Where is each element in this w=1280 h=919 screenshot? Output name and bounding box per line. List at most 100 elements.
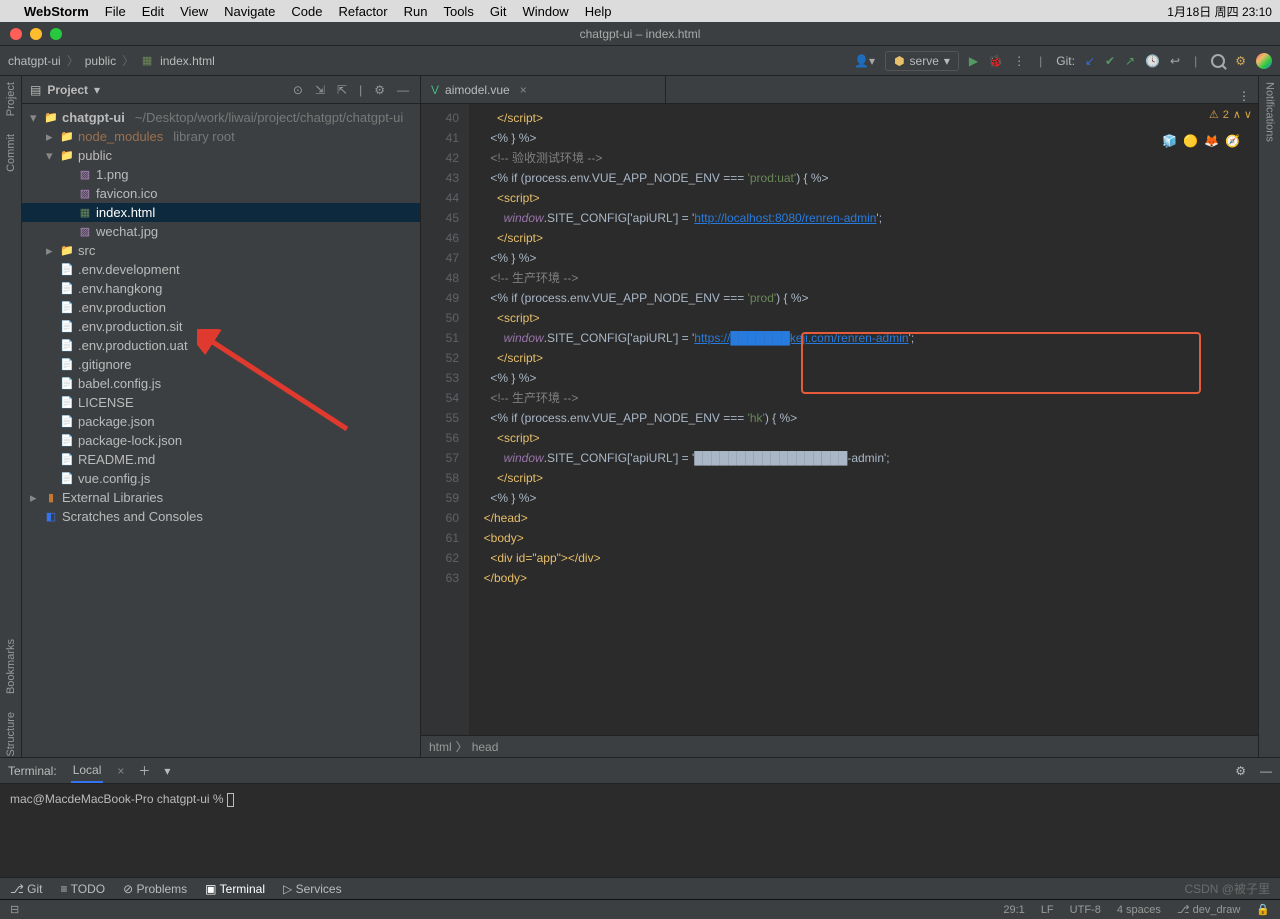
tree-file[interactable]: 📄README.md <box>22 450 420 469</box>
tool-todo[interactable]: ≡ TODO <box>61 882 106 896</box>
tool-project[interactable]: Project <box>5 82 17 116</box>
tree-node-modules[interactable]: ▸📁node_moduleslibrary root <box>22 127 420 146</box>
crumb-file[interactable]: index.html <box>160 54 215 68</box>
tree-file[interactable]: 📄package-lock.json <box>22 431 420 450</box>
code-area[interactable]: </script> <% } %> <!-- 验收测试环境 --> <% if … <box>469 104 1258 735</box>
tool-services[interactable]: ▷ Services <box>283 882 342 896</box>
tree-file[interactable]: 📄.env.production <box>22 298 420 317</box>
status-lineend[interactable]: LF <box>1041 904 1054 916</box>
run-button[interactable]: ▶ <box>969 54 978 68</box>
project-tree[interactable]: ▾📁chatgpt-ui~/Desktop/work/liwai/project… <box>22 104 420 757</box>
crumb-folder[interactable]: public <box>85 54 116 68</box>
browser-builtin-icon[interactable]: 🧊 <box>1162 134 1177 148</box>
browser-firefox-icon[interactable]: 🦊 <box>1204 134 1219 148</box>
tab-dropdown-icon[interactable]: ▾ <box>164 764 170 778</box>
menu-edit[interactable]: Edit <box>142 4 164 19</box>
status-branch[interactable]: ⎇ dev_draw <box>1177 903 1240 916</box>
status-indent[interactable]: 4 spaces <box>1117 904 1161 916</box>
app-name[interactable]: WebStorm <box>24 4 89 19</box>
tree-file[interactable]: ▨wechat.jpg <box>22 222 420 241</box>
editor-tab[interactable]: Vaimodel.vue× <box>421 77 666 103</box>
menubar-right: 1月18日 周四 23:10 <box>1167 3 1272 20</box>
terminal-tab[interactable]: Local <box>71 759 104 783</box>
tree-file[interactable]: 📄vue.config.js <box>22 469 420 488</box>
git-push-icon[interactable]: ↗ <box>1125 54 1135 68</box>
browser-chrome-icon[interactable]: 🟡 <box>1183 134 1198 148</box>
status-caret[interactable]: 29:1 <box>1003 904 1024 916</box>
minimize-window-icon[interactable] <box>30 28 42 40</box>
select-opened-icon[interactable]: ⊙ <box>290 83 306 97</box>
menu-git[interactable]: Git <box>490 4 507 19</box>
tool-git[interactable]: ⎇ Git <box>10 882 43 896</box>
maximize-window-icon[interactable] <box>50 28 62 40</box>
chevron-down-icon[interactable]: ▾ <box>94 83 100 97</box>
tool-commit[interactable]: Commit <box>5 134 17 172</box>
tree-src[interactable]: ▸📁src <box>22 241 420 260</box>
menu-file[interactable]: File <box>105 4 126 19</box>
tree-file-selected[interactable]: ▦index.html <box>22 203 420 222</box>
tabs-menu-icon[interactable]: ⋮ <box>1230 89 1258 103</box>
git-update-icon[interactable]: ↙ <box>1085 54 1095 68</box>
collapse-all-icon[interactable]: ⇱ <box>334 83 350 97</box>
tree-file[interactable]: 📄LICENSE <box>22 393 420 412</box>
menu-window[interactable]: Window <box>522 4 568 19</box>
menu-code[interactable]: Code <box>291 4 322 19</box>
status-quickdoc-icon[interactable]: ⊟ <box>10 903 19 916</box>
avatar-icon[interactable] <box>1256 53 1272 69</box>
inspections-badge[interactable]: ⚠ 2 ∧ ∨ <box>1209 108 1252 121</box>
tree-file[interactable]: 📄package.json <box>22 412 420 431</box>
tree-file[interactable]: 📄.env.development <box>22 260 420 279</box>
terminal-body[interactable]: mac@MacdeMacBook-Pro chatgpt-ui % <box>0 784 1280 877</box>
tree-file[interactable]: 📄.env.production.uat <box>22 336 420 355</box>
tool-structure[interactable]: Structure <box>5 712 17 757</box>
crumb-project[interactable]: chatgpt-ui <box>8 54 61 68</box>
tool-problems[interactable]: ⊘ Problems <box>123 882 187 896</box>
expand-all-icon[interactable]: ⇲ <box>312 83 328 97</box>
tree-file[interactable]: 📄.env.production.sit <box>22 317 420 336</box>
more-run-icon[interactable]: ⋮ <box>1013 54 1025 68</box>
history-icon[interactable]: 🕓 <box>1145 54 1160 68</box>
right-tool-strip: Notifications <box>1258 76 1280 757</box>
new-tab-icon[interactable]: ＋ <box>138 762 150 779</box>
hide-icon[interactable]: — <box>394 83 412 97</box>
run-config-selector[interactable]: ⬢ serve ▾ <box>885 51 959 71</box>
tool-bookmarks[interactable]: Bookmarks <box>5 639 17 694</box>
close-window-icon[interactable] <box>10 28 22 40</box>
close-tab-icon[interactable]: × <box>117 764 124 778</box>
tree-file[interactable]: ▨1.png <box>22 165 420 184</box>
browser-safari-icon[interactable]: 🧭 <box>1225 134 1240 148</box>
tree-file[interactable]: 📄babel.config.js <box>22 374 420 393</box>
crumb-head[interactable]: head <box>472 740 499 754</box>
tree-root[interactable]: ▾📁chatgpt-ui~/Desktop/work/liwai/project… <box>22 108 420 127</box>
menu-view[interactable]: View <box>180 4 208 19</box>
tree-public[interactable]: ▾📁public <box>22 146 420 165</box>
tree-file[interactable]: ▨favicon.ico <box>22 184 420 203</box>
status-lock-icon[interactable]: 🔒 <box>1256 903 1270 916</box>
menu-help[interactable]: Help <box>585 4 612 19</box>
tree-file[interactable]: 📄.gitignore <box>22 355 420 374</box>
tree-external[interactable]: ▸▮External Libraries <box>22 488 420 507</box>
git-commit-icon[interactable]: ✔ <box>1105 54 1115 68</box>
menu-refactor[interactable]: Refactor <box>338 4 387 19</box>
editor-breadcrumb: html 〉 head <box>421 735 1258 757</box>
user-icon[interactable]: 👤▾ <box>854 54 875 68</box>
terminal-settings-icon[interactable]: ⚙ <box>1235 764 1246 778</box>
menu-run[interactable]: Run <box>404 4 428 19</box>
status-encoding[interactable]: UTF-8 <box>1070 904 1101 916</box>
rollback-icon[interactable]: ↩ <box>1170 54 1180 68</box>
tree-scratches[interactable]: ◧Scratches and Consoles <box>22 507 420 526</box>
navbar: chatgpt-ui 〉 public 〉 ▦ index.html 👤▾ ⬢ … <box>0 46 1280 76</box>
status-datetime[interactable]: 1月18日 周四 23:10 <box>1167 3 1272 20</box>
tool-terminal[interactable]: ▣ Terminal <box>205 882 265 896</box>
ide-settings-icon[interactable]: ⚙ <box>1235 54 1246 68</box>
crumb-html[interactable]: html <box>429 740 452 754</box>
debug-button[interactable]: 🐞 <box>988 54 1003 68</box>
search-icon[interactable] <box>1211 54 1225 68</box>
tool-notifications[interactable]: Notifications <box>1264 82 1276 142</box>
tree-file[interactable]: 📄.env.hangkong <box>22 279 420 298</box>
settings-icon[interactable]: ⚙ <box>371 83 388 97</box>
editor-body[interactable]: 4041424344454647484950515253545556575859… <box>421 104 1258 735</box>
menu-navigate[interactable]: Navigate <box>224 4 275 19</box>
menu-tools[interactable]: Tools <box>443 4 473 19</box>
hide-terminal-icon[interactable]: — <box>1260 764 1272 778</box>
